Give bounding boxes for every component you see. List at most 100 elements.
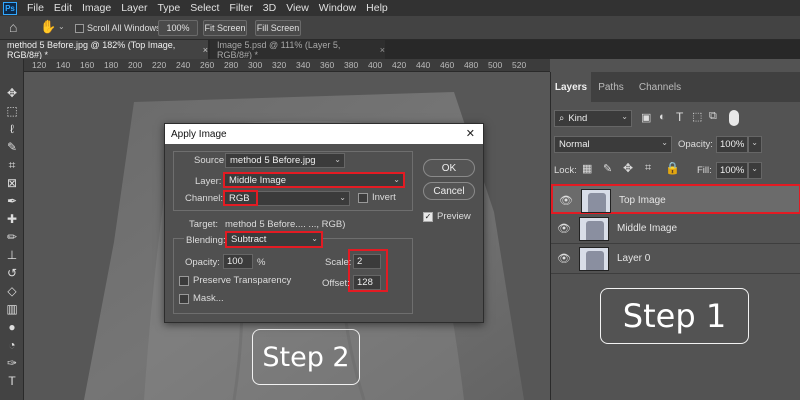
ruler-tick: 280 [224,60,239,70]
ruler-tick: 320 [272,60,287,70]
menu-select[interactable]: Select [190,2,219,14]
blending-select[interactable]: Subtract ⌄ [225,231,323,248]
menu-help[interactable]: Help [366,2,388,14]
brush-tool-icon[interactable]: ✏ [4,229,20,245]
lasso-tool-icon[interactable]: ℓ [4,121,20,137]
ruler-tick: 480 [464,60,479,70]
eye-icon[interactable]: 👁 [557,252,571,265]
offset-input[interactable]: 128 [353,275,381,290]
lock-pixels-icon[interactable]: ✎ [603,162,612,175]
smart-object-filter-icon[interactable]: ⧉ [709,110,717,123]
menu-window[interactable]: Window [319,2,356,14]
clone-stamp-tool-icon[interactable]: ⊥ [4,247,20,263]
layer-row[interactable]: 👁 Layer 0 [551,244,800,274]
channel-select[interactable]: RGB [223,190,258,206]
menu-image[interactable]: Image [82,2,111,14]
fill-dropdown[interactable]: ⌄ [748,162,762,179]
chevron-down-icon: ⌄ [751,164,758,173]
type-filter-icon[interactable]: T [676,110,683,124]
eye-icon[interactable]: 👁 [559,194,573,207]
layer-select[interactable]: Middle Image ⌄ [223,172,405,188]
close-icon[interactable]: × [380,45,385,55]
blur-tool-icon[interactable]: ● [4,319,20,335]
scale-input[interactable]: 2 [353,254,381,269]
dodge-tool-icon[interactable]: ◔ [4,337,20,353]
fill-screen-button[interactable]: Fill Screen [255,20,301,36]
kind-filter-select[interactable]: ⌕ Kind ⌄ [554,110,632,127]
layer-row[interactable]: 👁 Top Image [551,184,800,214]
lock-label: Lock: [554,165,577,176]
layer-label: Layer: [195,176,222,187]
fill-input[interactable]: 100% [716,162,748,179]
preserve-transparency-checkbox[interactable] [179,276,189,286]
tab-label: Image 5.psd @ 111% (Layer 5, RGB/8#) * [217,39,341,60]
menu-3d[interactable]: 3D [263,2,276,14]
shape-filter-icon[interactable]: ⬚ [692,110,702,123]
opacity-dropdown[interactable]: ⌄ [748,136,762,153]
hand-tool-icon[interactable]: ✋ [40,19,56,35]
step-1-label: Step 1 [600,288,749,344]
cancel-button[interactable]: Cancel [423,182,475,200]
options-bar: ⌂ ✋ ⌄ Scroll All Windows 100% Fit Screen… [0,16,800,40]
home-icon[interactable]: ⌂ [9,19,17,35]
menu-filter[interactable]: Filter [229,2,252,14]
layer-row[interactable]: 👁 Middle Image [551,214,800,244]
filter-toggle-icon[interactable] [729,110,739,126]
invert-checkbox[interactable] [358,193,368,203]
eye-icon[interactable]: 👁 [557,222,571,235]
menu-bar: Ps File Edit Image Layer Type Select Fil… [0,0,800,16]
blend-mode-select[interactable]: Normal ⌄ [554,136,672,153]
move-tool-icon[interactable]: ✥ [4,85,20,101]
preview-label: Preview [437,211,471,222]
tab-method5[interactable]: method 5 Before.jpg @ 182% (Top Image, R… [0,40,208,60]
healing-brush-tool-icon[interactable]: ✚ [4,211,20,227]
eraser-tool-icon[interactable]: ◇ [4,283,20,299]
ok-button[interactable]: OK [423,159,475,177]
lock-all-icon[interactable]: 🔒 [665,161,680,175]
frame-tool-icon[interactable]: ⊠ [4,175,20,191]
quick-select-tool-icon[interactable]: ✎ [4,139,20,155]
channel-label: Channel: [185,193,224,204]
adjustment-filter-icon[interactable]: ◐ [659,111,666,123]
channel-dropdown[interactable]: ⌄ [258,191,350,206]
chevron-down-icon[interactable]: ⌄ [58,22,65,31]
type-tool-icon[interactable]: T [4,373,20,389]
gradient-tool-icon[interactable]: ▥ [4,301,20,317]
eyedropper-tool-icon[interactable]: ✒ [4,193,20,209]
marquee-tool-icon[interactable]: ⬚ [4,103,20,119]
ruler-tick: 120 [32,60,47,70]
ruler-tick: 420 [392,60,407,70]
lock-transparent-icon[interactable]: ▦ [582,162,592,175]
menu-layer[interactable]: Layer [121,2,147,14]
mask-checkbox[interactable] [179,294,189,304]
layer-value: Middle Image [229,174,287,186]
pen-tool-icon[interactable]: ✑ [4,355,20,371]
tab-channels[interactable]: Channels [633,72,687,102]
scroll-all-checkbox[interactable] [75,24,84,33]
image-filter-icon[interactable]: ▣ [641,111,651,124]
blend-mode-value: Normal [559,139,590,150]
tab-paths[interactable]: Paths [591,72,631,102]
menu-edit[interactable]: Edit [54,2,72,14]
step-2-label: Step 2 [252,329,360,385]
close-icon[interactable]: ✕ [466,127,475,140]
preview-checkbox[interactable]: ✓ [423,212,433,222]
history-brush-tool-icon[interactable]: ↺ [4,265,20,281]
opacity-input[interactable]: 100 [223,254,253,269]
zoom-100-button[interactable]: 100% [158,20,198,36]
menu-view[interactable]: View [286,2,309,14]
tab-image5[interactable]: Image 5.psd @ 111% (Layer 5, RGB/8#) * × [210,39,385,60]
fit-screen-button[interactable]: Fit Screen [203,20,247,36]
horizontal-ruler: 120 140 160 180 200 220 240 260 280 300 … [24,59,550,72]
close-icon[interactable]: × [203,45,208,55]
source-select[interactable]: method 5 Before.jpg ⌄ [225,153,345,168]
tab-layers[interactable]: Layers [551,72,591,102]
menu-type[interactable]: Type [157,2,180,14]
crop-tool-icon[interactable]: ⌗ [4,157,20,173]
lock-artboard-icon[interactable]: ⌗ [645,162,651,175]
preserve-transparency-label: Preserve Transparency [193,275,292,286]
ruler-tick: 340 [296,60,311,70]
menu-file[interactable]: File [27,2,44,14]
lock-position-icon[interactable]: ✥ [623,161,633,175]
layer-opacity-input[interactable]: 100% [716,136,748,153]
